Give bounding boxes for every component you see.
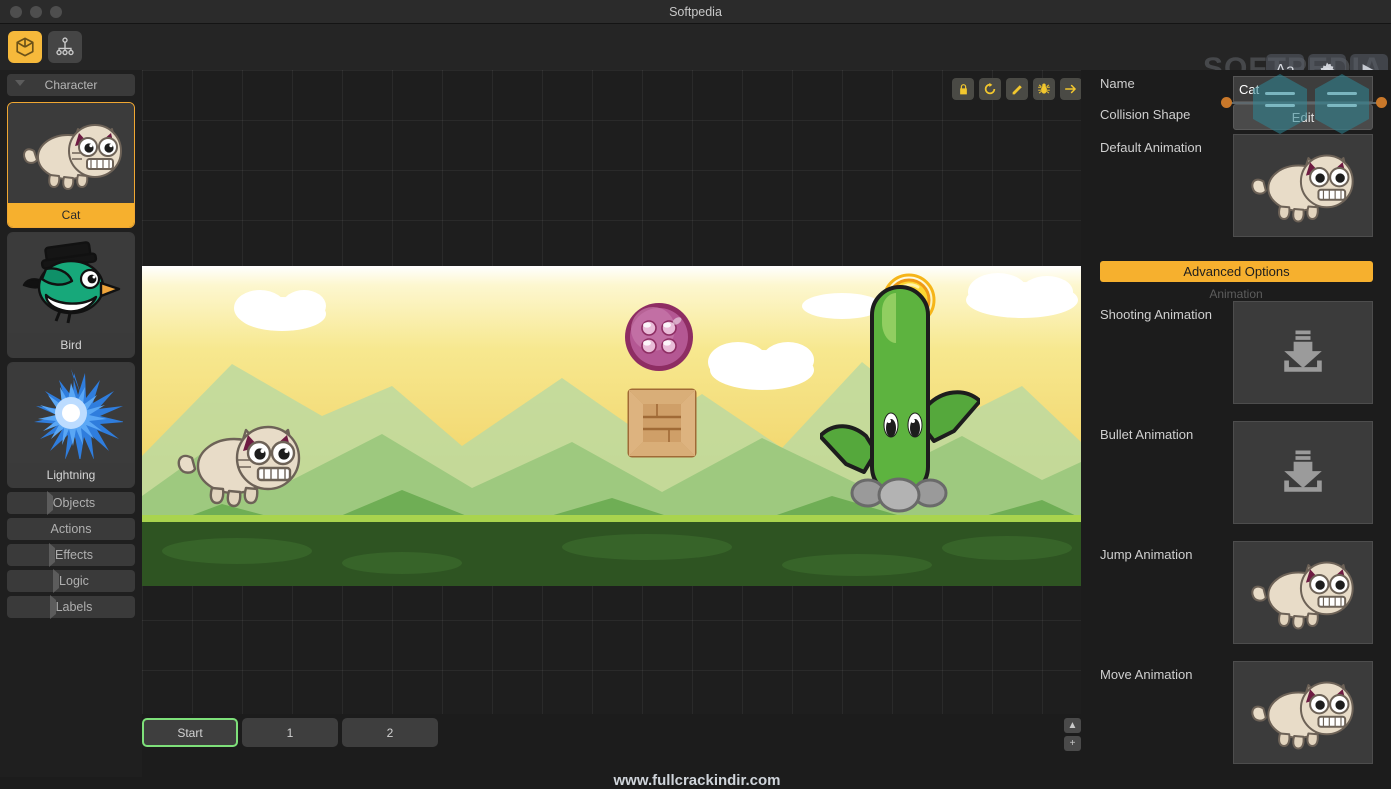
cactus-character[interactable]	[820, 281, 980, 526]
default-animation-preview[interactable]	[1233, 134, 1373, 237]
window-title: Softpedia	[0, 0, 1391, 24]
bullet-animation-dropzone[interactable]	[1233, 421, 1373, 524]
rotate-icon[interactable]	[979, 78, 1001, 100]
animation-section-header: Animation	[1081, 287, 1391, 301]
name-input[interactable]	[1233, 76, 1373, 102]
sidebar-section-label: Actions	[51, 522, 92, 536]
ground	[142, 522, 1081, 586]
scene-tab-label: 1	[287, 726, 294, 740]
title-bar: Softpedia	[0, 0, 1391, 24]
hierarchy-icon[interactable]	[48, 31, 82, 63]
sidebar-item-logic[interactable]: Logic	[7, 570, 135, 592]
arrow-right-icon[interactable]	[1060, 78, 1081, 100]
advanced-options-label: Advanced Options	[1183, 264, 1289, 279]
bug-icon[interactable]	[1033, 78, 1055, 100]
lightning-sprite	[8, 363, 134, 463]
wooden-crate[interactable]	[627, 388, 697, 458]
game-scene-preview	[142, 266, 1081, 586]
scene-canvas[interactable]	[142, 70, 1081, 714]
sidebar-item-cat[interactable]: Cat	[7, 102, 135, 228]
bullet-animation-label: Bullet Animation	[1100, 427, 1193, 442]
sidebar-header-label: Character	[45, 78, 98, 92]
scroll-up-glyph: ▲	[1068, 721, 1078, 731]
advanced-options-button[interactable]: Advanced Options	[1100, 261, 1373, 282]
download-icon	[1273, 443, 1333, 503]
zoom-in-button[interactable]: +	[1064, 736, 1081, 751]
download-icon	[1273, 323, 1333, 383]
site-watermark: www.fullcrackindir.com	[472, 772, 922, 789]
cat-character[interactable]	[172, 406, 307, 521]
scene-tab-start[interactable]: Start	[142, 718, 238, 747]
sidebar-item-label: Bird	[8, 333, 134, 357]
sidebar-header-character[interactable]: Character	[7, 74, 135, 96]
sidebar-item-label: Cat	[8, 203, 134, 227]
move-animation-preview[interactable]	[1233, 661, 1373, 764]
scene-tab-label: 2	[387, 726, 394, 740]
scene-tab-2[interactable]: 2	[342, 718, 438, 747]
lock-icon[interactable]	[952, 78, 974, 100]
sidebar-item-objects[interactable]: Objects	[7, 492, 135, 514]
left-sidebar: Character	[0, 70, 142, 777]
zoom-in-glyph: +	[1070, 739, 1076, 749]
collision-edit-label: Edit	[1292, 110, 1314, 125]
properties-panel: Name Collision Shape Edit Default Animat…	[1081, 70, 1391, 777]
sidebar-item-label: Lightning	[8, 463, 134, 487]
cat-sprite	[8, 103, 134, 203]
main-toolbar: SOFTPEDIA Aa	[0, 24, 1391, 70]
cube-icon[interactable]	[8, 31, 42, 63]
default-animation-label: Default Animation	[1100, 140, 1202, 155]
pencil-icon[interactable]	[1006, 78, 1028, 100]
jump-animation-preview[interactable]	[1233, 541, 1373, 644]
collision-shape-label: Collision Shape	[1100, 107, 1190, 122]
scroll-up-button[interactable]: ▲	[1064, 718, 1081, 733]
sidebar-item-effects[interactable]: Effects	[7, 544, 135, 566]
sidebar-section-label: Logic	[59, 574, 89, 588]
name-label: Name	[1100, 76, 1135, 91]
sidebar-item-lightning[interactable]: Lightning	[7, 362, 135, 488]
shooting-animation-dropzone[interactable]	[1233, 301, 1373, 404]
jump-animation-label: Jump Animation	[1100, 547, 1193, 562]
sidebar-section-label: Effects	[55, 548, 93, 562]
scene-tab-bar: Start 1 2 ▲ + www.fullcrackindir.com	[142, 714, 1081, 777]
collision-edit-button[interactable]: Edit	[1233, 104, 1373, 130]
sidebar-item-bird[interactable]: Bird	[7, 232, 135, 358]
move-animation-label: Move Animation	[1100, 667, 1193, 682]
chevron-down-icon	[15, 80, 25, 86]
shooting-animation-label: Shooting Animation	[1100, 307, 1212, 322]
sidebar-item-actions[interactable]: Actions	[7, 518, 135, 540]
sidebar-section-label: Labels	[56, 600, 93, 614]
scene-tab-1[interactable]: 1	[242, 718, 338, 747]
sidebar-section-label: Objects	[53, 496, 95, 510]
canvas-tool-row	[952, 78, 1081, 100]
scene-tab-label: Start	[177, 726, 202, 740]
purple-ball[interactable]	[623, 301, 695, 373]
sidebar-item-labels[interactable]: Labels	[7, 596, 135, 618]
bird-sprite	[8, 233, 134, 333]
